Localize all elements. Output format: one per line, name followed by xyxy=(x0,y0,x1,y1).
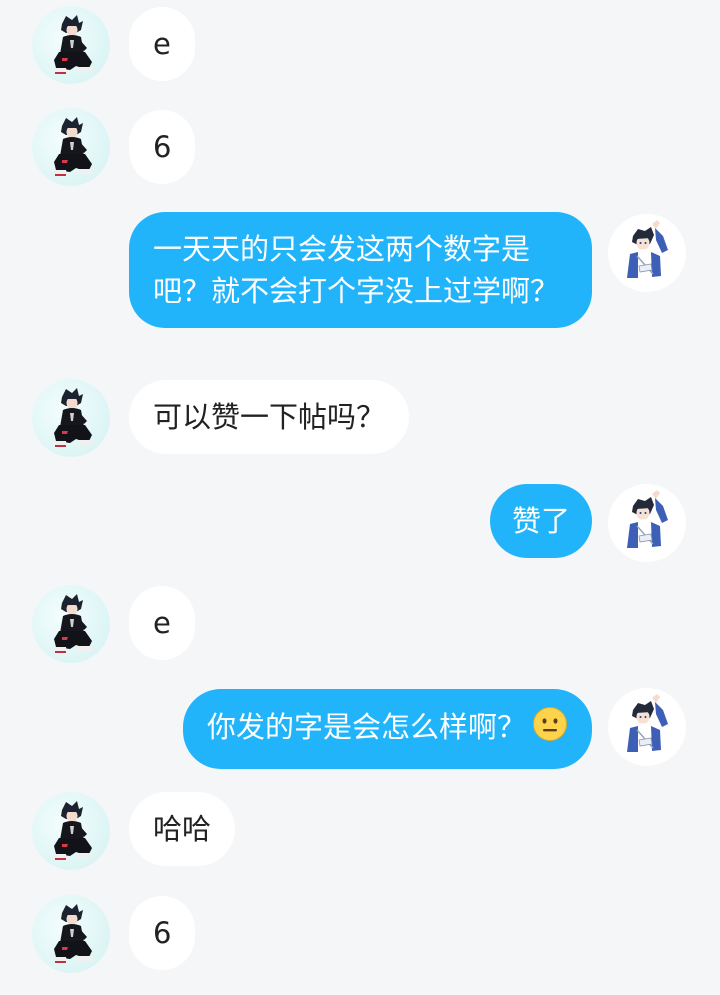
my-avatar[interactable] xyxy=(608,688,686,766)
anime-boy-dark-outfit-avatar-icon xyxy=(32,108,110,186)
contact-avatar[interactable] xyxy=(32,108,110,186)
anime-boy-blue-jacket-avatar-icon xyxy=(608,214,686,292)
incoming-message-bubble[interactable]: e xyxy=(129,7,195,81)
contact-avatar[interactable] xyxy=(32,6,110,84)
incoming-message-bubble[interactable]: 6 xyxy=(129,896,196,970)
incoming-message-bubble[interactable]: 可以赞一下帖吗？ xyxy=(129,380,410,454)
outgoing-message-bubble[interactable]: 赞了 xyxy=(489,484,592,558)
anime-boy-blue-jacket-avatar-icon xyxy=(608,484,686,562)
my-avatar[interactable] xyxy=(608,214,686,292)
neutral-face-emoji-icon xyxy=(532,706,568,752)
contact-avatar[interactable] xyxy=(32,585,110,663)
my-avatar[interactable] xyxy=(608,484,686,562)
incoming-message-bubble[interactable]: 6 xyxy=(129,110,196,184)
anime-boy-dark-outfit-avatar-icon xyxy=(32,895,110,973)
anime-boy-blue-jacket-avatar-icon xyxy=(608,688,686,766)
incoming-message-bubble[interactable]: e xyxy=(129,586,195,660)
contact-avatar[interactable] xyxy=(32,895,110,973)
contact-avatar[interactable] xyxy=(32,792,110,870)
anime-boy-dark-outfit-avatar-icon xyxy=(32,585,110,663)
incoming-message-bubble[interactable]: 哈哈 xyxy=(129,792,236,866)
outgoing-message-bubble[interactable]: 你发的字是会怎么样啊？ xyxy=(182,689,592,769)
message-text: 你发的字是会怎么样啊？ xyxy=(206,710,526,744)
anime-boy-dark-outfit-avatar-icon xyxy=(32,6,110,84)
anime-boy-dark-outfit-avatar-icon xyxy=(32,792,110,870)
outgoing-message-bubble[interactable]: 一天天的只会发这两个数字是吧？就不会打个字没上过学啊？ xyxy=(129,212,592,328)
anime-boy-dark-outfit-avatar-icon xyxy=(32,379,110,457)
contact-avatar[interactable] xyxy=(32,379,110,457)
